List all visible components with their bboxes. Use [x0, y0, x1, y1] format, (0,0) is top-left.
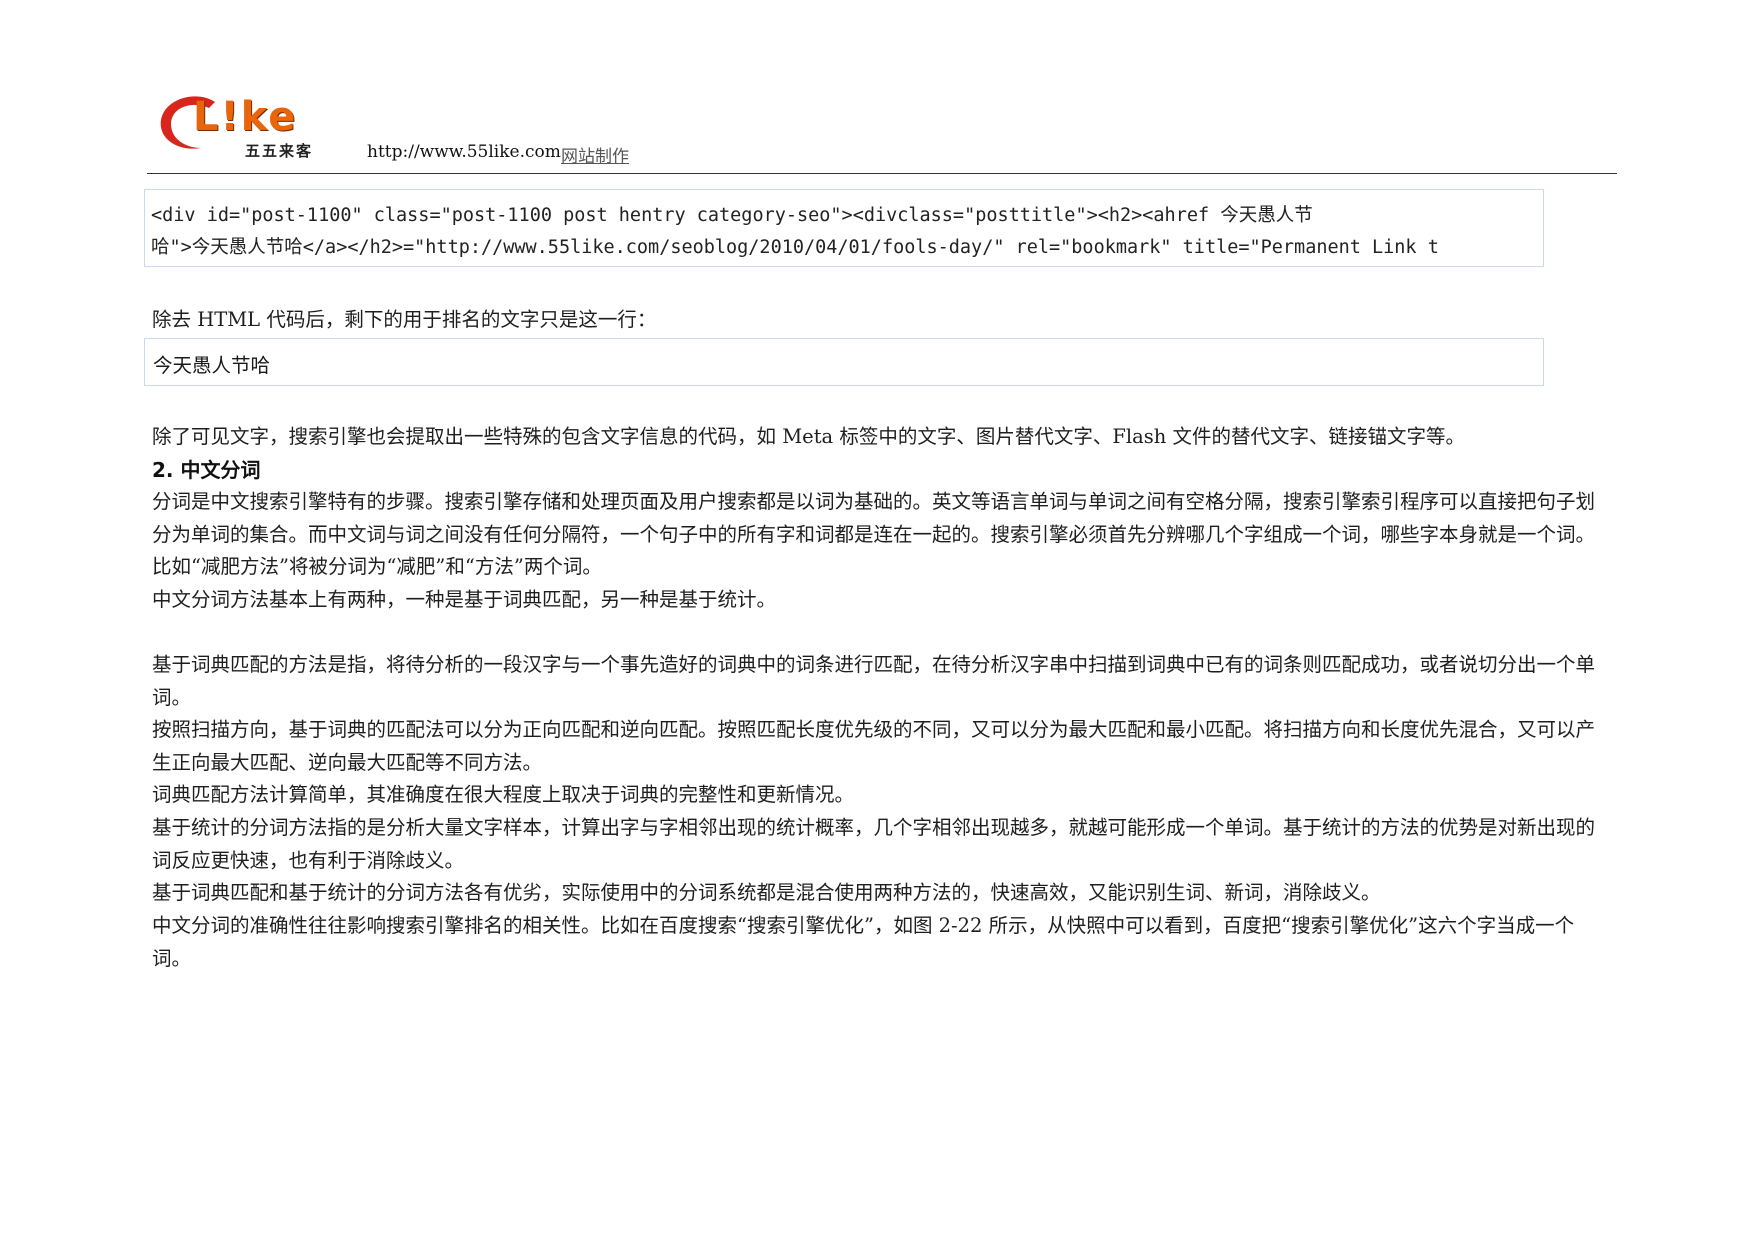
extracted-text: 今天愚人节哈: [153, 354, 271, 377]
code-sample-box: <div id="post-1100" class="post-1100 pos…: [144, 189, 1544, 267]
paragraph-dictionary-accuracy: 词典匹配方法计算简单，其准确度在很大程度上取决于词典的完整性和更新情况。: [152, 783, 855, 806]
paragraph-segmentation-intro: 分词是中文搜索引擎特有的步骤。搜索引擎存储和处理页面及用户搜索都是以词为基础的。…: [152, 490, 1596, 578]
paragraph-two-methods: 中文分词方法基本上有两种，一种是基于词典匹配，另一种是基于统计。: [152, 588, 777, 611]
extracted-text-box: 今天愚人节哈: [144, 338, 1544, 386]
code-line-2: 哈">今天愚人节哈</a></h2>="http://www.55like.co…: [151, 237, 1439, 258]
page-header: L!ke 五五来客 http://www.55like.com 网站制作: [147, 84, 1617, 174]
code-line-1: <div id="post-1100" class="post-1100 pos…: [151, 205, 1313, 226]
paragraph-scan-direction: 按照扫描方向，基于词典的匹配法可以分为正向匹配和逆向匹配。按照匹配长度优先级的不…: [152, 718, 1596, 774]
paragraph-accuracy-example: 中文分词的准确性往往影响搜索引擎排名的相关性。比如在百度搜索“搜索引擎优化”，如…: [152, 914, 1575, 970]
paragraph-mixed-methods: 基于词典匹配和基于统计的分词方法各有优劣，实际使用中的分词系统都是混合使用两种方…: [152, 881, 1381, 904]
header-divider: [147, 173, 1617, 174]
logo-wordmark: L!ke: [193, 94, 298, 140]
after-html-intro: 除去 HTML 代码后，剩下的用于排名的文字只是这一行：: [152, 308, 657, 331]
paragraph-dictionary-method: 基于词典匹配的方法是指，将待分析的一段汉字与一个事先造好的词典中的词条进行匹配，…: [152, 653, 1596, 709]
logo-subtitle: 五五来客: [245, 142, 314, 160]
tagline-link[interactable]: 网站制作: [561, 142, 629, 167]
section-heading: 2. 中文分词: [152, 458, 261, 482]
paragraph-visible-text: 除了可见文字，搜索引擎也会提取出一些特殊的包含文字信息的代码，如 Meta 标签…: [152, 425, 1466, 448]
site-logo: L!ke 五五来客: [157, 88, 337, 164]
paragraph-statistical-method: 基于统计的分词方法指的是分析大量文字样本，计算出字与字相邻出现的统计概率，几个字…: [152, 816, 1596, 872]
site-url[interactable]: http://www.55like.com: [367, 142, 561, 162]
